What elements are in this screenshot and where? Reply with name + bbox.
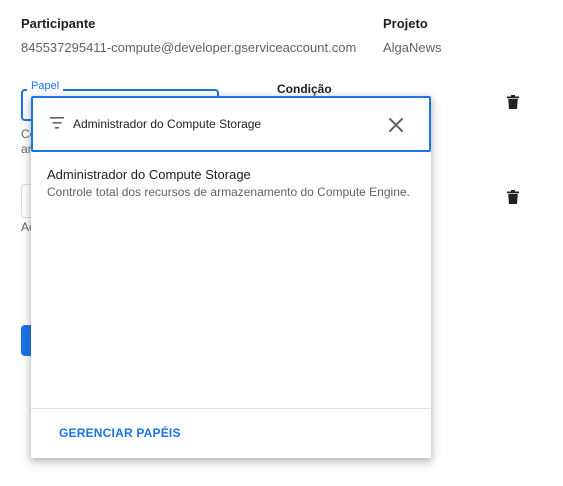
trash-icon xyxy=(507,190,519,204)
role-filter-box xyxy=(31,96,431,152)
participant-header: Participante xyxy=(21,16,96,31)
project-value: AlgaNews xyxy=(383,40,442,55)
condition-header: Condição xyxy=(277,82,332,96)
project-header: Projeto xyxy=(383,16,428,31)
manage-roles-button[interactable]: GERENCIAR PAPÉIS xyxy=(59,426,181,440)
role-dropdown-panel: Administrador do Compute Storage Control… xyxy=(31,96,431,458)
close-icon xyxy=(389,118,403,132)
divider xyxy=(31,408,431,409)
role-option-title: Administrador do Compute Storage xyxy=(47,167,251,182)
role-option[interactable]: Administrador do Compute Storage Control… xyxy=(31,160,431,204)
trash-icon xyxy=(507,95,519,109)
delete-role-button-2[interactable] xyxy=(501,185,525,209)
role-filter-input[interactable] xyxy=(73,112,363,136)
role-field-label: Papel xyxy=(27,80,64,92)
filter-list-icon xyxy=(50,117,64,129)
role-option-description: Controle total dos recursos de armazenam… xyxy=(47,185,410,199)
clear-filter-button[interactable] xyxy=(383,112,409,138)
participant-value: 845537295411-compute@developer.gservicea… xyxy=(21,40,357,55)
delete-role-button-1[interactable] xyxy=(501,90,525,114)
